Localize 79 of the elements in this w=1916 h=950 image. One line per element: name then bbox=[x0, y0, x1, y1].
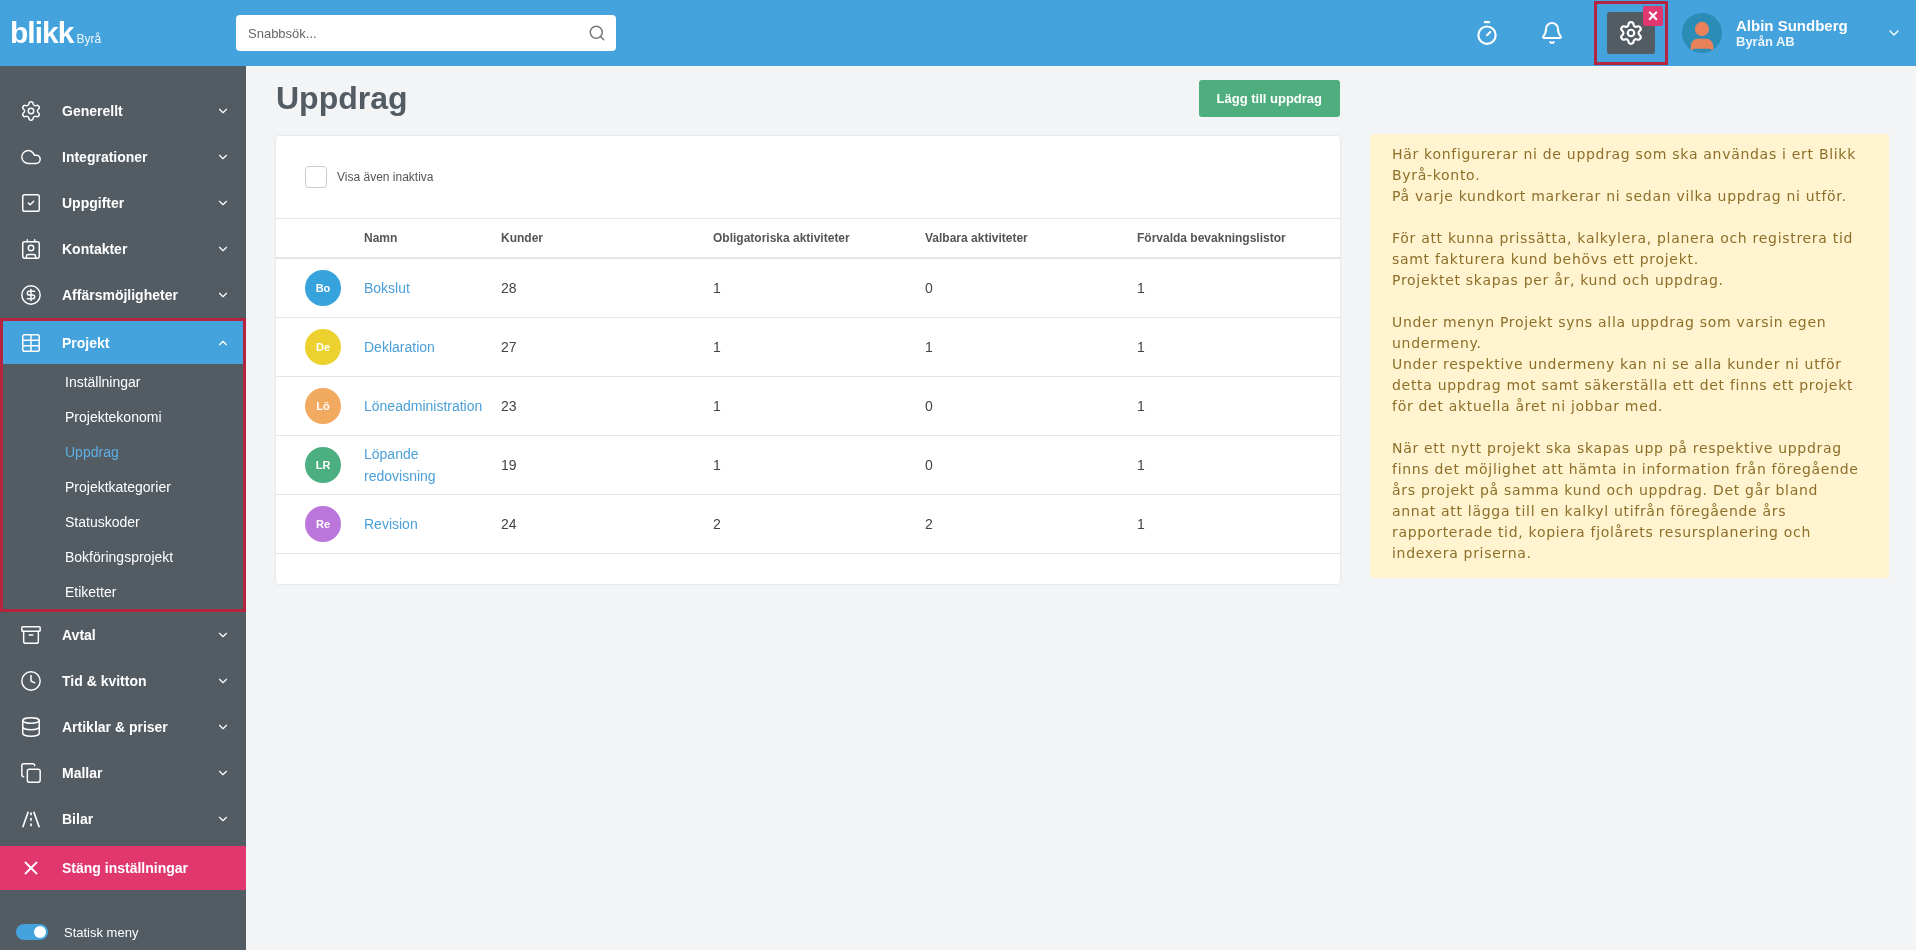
table-cell: 2 bbox=[713, 516, 721, 532]
table-cell: 1 bbox=[1137, 398, 1145, 414]
checkbox-label: Visa även inaktiva bbox=[337, 170, 434, 184]
table-cell: 1 bbox=[1137, 339, 1145, 355]
settings-icon bbox=[1618, 20, 1644, 46]
user-name: Albin Sundberg bbox=[1736, 17, 1849, 34]
sidebar-icon bbox=[20, 762, 42, 784]
column-header: Förvalda bevakningslistor bbox=[1137, 231, 1286, 245]
sidebar-icon bbox=[20, 100, 42, 122]
column-header: Kunder bbox=[501, 231, 543, 245]
column-header: Valbara aktiviteter bbox=[925, 231, 1028, 245]
table-cell: 2 bbox=[925, 516, 933, 532]
sidebar-item[interactable]: Mallar bbox=[0, 750, 246, 796]
submenu-item[interactable]: Etiketter bbox=[3, 574, 243, 609]
sidebar-item[interactable]: Tid & kvitton bbox=[0, 658, 246, 704]
table-cell: 0 bbox=[925, 457, 933, 473]
table-cell: 23 bbox=[501, 398, 517, 414]
close-settings-button[interactable]: Stäng inställningar bbox=[0, 846, 246, 890]
table-cell: 1 bbox=[1137, 457, 1145, 473]
table-cell: 1 bbox=[925, 339, 933, 355]
table-cell: 0 bbox=[925, 280, 933, 296]
search-field[interactable]: Snabbsök... bbox=[236, 15, 616, 51]
info-text: Under menyn Projekt syns alla uppdrag som varsin egen undermeny. bbox=[1392, 313, 1828, 353]
table-cell: 1 bbox=[713, 339, 721, 355]
submenu-item[interactable]: Bokföringsprojekt bbox=[3, 539, 243, 574]
column-header: Obligatoriska aktiviteter bbox=[713, 231, 850, 245]
page-title: Uppdrag bbox=[276, 80, 408, 117]
submenu-item[interactable]: Inställningar bbox=[3, 364, 243, 399]
checkbox[interactable] bbox=[305, 166, 327, 188]
column-header: Namn bbox=[364, 231, 398, 245]
submenu-item[interactable]: Statuskoder bbox=[3, 504, 243, 539]
table-cell: 0 bbox=[925, 398, 933, 414]
sidebar-item[interactable]: Bilar bbox=[0, 796, 246, 842]
toggle-label: Statisk meny bbox=[64, 924, 139, 940]
blikk-logo: blikk Byrå bbox=[10, 16, 103, 50]
submenu-item[interactable]: Projektkategorier bbox=[3, 469, 243, 504]
info-text: Här konfigurerar ni de uppdrag som ska användas i ert Blikk Byrå-konto. bbox=[1392, 145, 1857, 185]
table-cell: 1 bbox=[713, 457, 721, 473]
stopwatch-icon[interactable] bbox=[1474, 20, 1500, 46]
search-icon bbox=[588, 24, 606, 42]
initials-avatar: Bo bbox=[305, 270, 341, 306]
initials-avatar: LR bbox=[305, 447, 341, 483]
sidebar-icon bbox=[20, 716, 42, 738]
sidebar-item[interactable]: Avtal bbox=[0, 612, 246, 658]
company-name: Byrån AB bbox=[1736, 34, 1796, 49]
info-text: Projektet skapas per år, kund och uppdrag. bbox=[1392, 271, 1725, 290]
initials-avatar: De bbox=[305, 329, 341, 365]
table-cell: 1 bbox=[713, 280, 721, 296]
static-menu-toggle[interactable] bbox=[16, 924, 48, 940]
info-text: Under respektive undermeny kan ni se alla kunder ni utför detta uppdrag mot samt säkerställa ett det finns ett projekt för det aktuella året ni jobbar med. bbox=[1392, 355, 1855, 416]
sidebar-icon bbox=[20, 238, 42, 260]
initials-avatar: Re bbox=[305, 506, 341, 542]
road-icon bbox=[20, 808, 42, 830]
sidebar-item[interactable]: Artiklar & priser bbox=[0, 704, 246, 750]
table-cell: 19 bbox=[501, 457, 517, 473]
table-cell: 1 bbox=[713, 398, 721, 414]
table-cell: 1 bbox=[1137, 516, 1145, 532]
sidebar-item[interactable]: Uppgifter bbox=[0, 180, 246, 226]
sidebar-icon bbox=[20, 624, 42, 646]
sidebar-icon bbox=[20, 670, 42, 692]
initials-avatar: Lö bbox=[305, 388, 341, 424]
sidebar-item[interactable]: Kontakter bbox=[0, 226, 246, 272]
submenu-item[interactable]: Projektekonomi bbox=[3, 399, 243, 434]
notifications-icon[interactable] bbox=[1540, 21, 1564, 45]
info-text: När ett nytt projekt ska skapas upp på respektive uppdrag finns det möjlighet att hämta in information från föregående års projekt på samma kund och uppdrag. Det går bland annat att lägga till en kalkyl utifrån föregående års rapporterade tid, kopiera fjolårets resursplanering och indexera priserna. bbox=[1392, 439, 1860, 563]
info-text: På varje kundkort markerar ni sedan vilka uppdrag ni utför. bbox=[1392, 187, 1848, 206]
table-cell: 27 bbox=[501, 339, 517, 355]
table-cell: 28 bbox=[501, 280, 517, 296]
sidebar-icon bbox=[20, 192, 42, 214]
sidebar-item[interactable]: Generellt bbox=[0, 88, 246, 134]
sidebar-item[interactable]: Affärsmöjligheter bbox=[0, 272, 246, 318]
avatar-icon bbox=[1682, 13, 1722, 53]
sidebar-icon bbox=[20, 284, 42, 306]
sidebar-item[interactable]: Integrationer bbox=[0, 134, 246, 180]
sidebar-icon bbox=[20, 331, 42, 354]
close-badge[interactable]: × bbox=[1643, 6, 1663, 26]
info-text: För att kunna prissätta, kalkylera, planera och registrera tid samt fakturera kund behövs ett projekt. bbox=[1392, 229, 1855, 269]
table-cell: 1 bbox=[1137, 280, 1145, 296]
table-cell: 24 bbox=[501, 516, 517, 532]
